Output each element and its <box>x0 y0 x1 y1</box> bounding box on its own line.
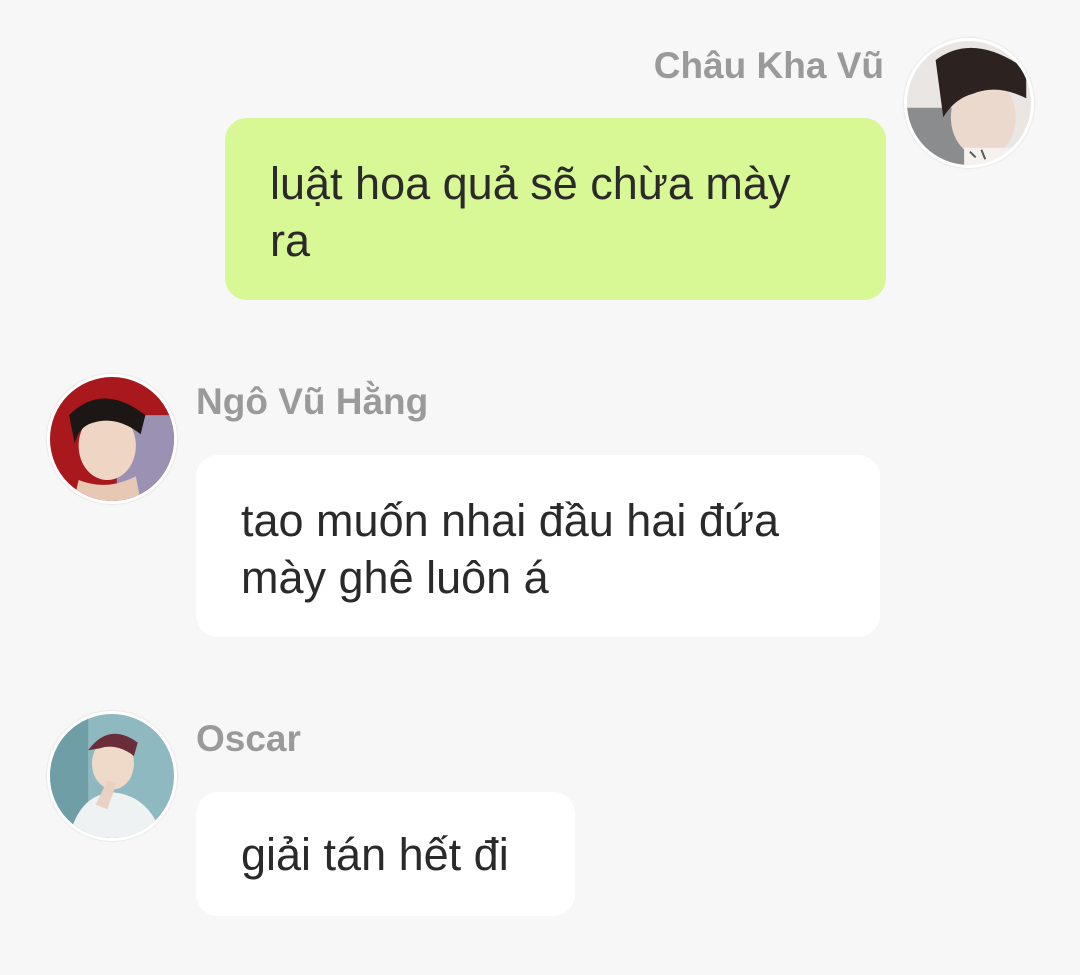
message-bubble[interactable]: giải tán hết đi <box>196 792 575 916</box>
person-avatar-icon <box>50 714 174 838</box>
person-avatar-icon <box>50 377 174 501</box>
person-avatar-icon <box>907 41 1031 165</box>
sender-name: Ngô Vũ Hằng <box>196 381 429 422</box>
message-bubble[interactable]: luật hoa quả sẽ chừa mày ra <box>225 118 886 300</box>
sender-avatar[interactable] <box>904 38 1034 168</box>
sender-avatar[interactable] <box>47 374 177 504</box>
sender-avatar[interactable] <box>47 711 177 841</box>
sender-name: Oscar <box>196 718 301 759</box>
message-bubble[interactable]: tao muốn nhai đầu hai đứa mày ghê luôn á <box>196 455 880 637</box>
sender-name: Châu Kha Vũ <box>653 45 884 86</box>
